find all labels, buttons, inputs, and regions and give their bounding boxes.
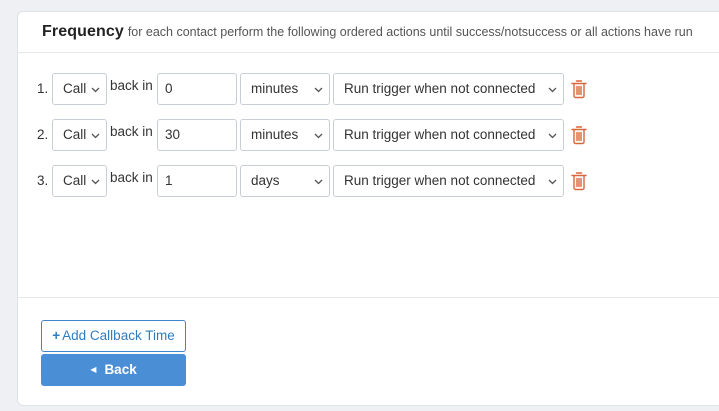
back-label: Back [104,362,137,377]
chevron-down-icon [91,166,100,196]
trigger-select-value: Run trigger when not connected [344,127,536,142]
trigger-select-value: Run trigger when not connected [344,173,536,188]
amount-input-value: 0 [165,81,173,96]
trigger-select-value: Run trigger when not connected [344,81,536,96]
amount-input[interactable]: 30 [157,119,237,151]
unit-select[interactable]: minutes [240,119,330,151]
back-button[interactable]: ◀ Back [41,354,186,386]
callback-row-3: 3. Call back in 1 days Run trigger when … [18,165,719,197]
back-in-label: back in [110,170,153,185]
chevron-down-icon [91,120,100,150]
chevron-down-icon [314,120,323,150]
amount-input[interactable]: 0 [157,73,237,105]
trigger-select[interactable]: Run trigger when not connected [333,119,564,151]
chevron-down-icon [91,74,100,104]
amount-input[interactable]: 1 [157,165,237,197]
panel-header: Frequency for each contact perform the f… [18,12,719,53]
amount-input-value: 30 [165,127,181,142]
back-in-label: back in [110,124,153,139]
back-in-label: back in [110,78,153,93]
caret-left-icon: ◀ [90,365,97,374]
row-number: 2. [37,127,49,142]
unit-select[interactable]: minutes [240,73,330,105]
trigger-select[interactable]: Run trigger when not connected [333,165,564,197]
action-select-value: Call [63,81,87,96]
plus-icon: + [52,328,61,343]
unit-select-value: minutes [251,127,299,142]
trigger-select[interactable]: Run trigger when not connected [333,73,564,105]
chevron-down-icon [548,74,557,104]
action-select-value: Call [63,173,87,188]
page-subtitle: for each contact perform the following o… [127,25,693,39]
action-select[interactable]: Call [52,119,107,151]
chevron-down-icon [314,74,323,104]
trash-icon[interactable] [571,79,587,99]
action-select[interactable]: Call [52,73,107,105]
callback-row-1: 1. Call back in 0 minutes Run trigger wh… [18,73,719,105]
chevron-down-icon [548,120,557,150]
row-number: 3. [37,173,49,188]
trash-icon[interactable] [571,171,587,191]
footer-divider [18,297,719,298]
callback-row-2: 2. Call back in 30 minutes Run trigger w… [18,119,719,151]
chevron-down-icon [314,166,323,196]
amount-input-value: 1 [165,173,173,188]
chevron-down-icon [548,166,557,196]
unit-select-value: days [251,173,280,188]
unit-select-value: minutes [251,81,299,96]
unit-select[interactable]: days [240,165,330,197]
add-callback-time-button[interactable]: + Add Callback Time [41,320,186,352]
frequency-panel: Frequency for each contact perform the f… [17,11,719,406]
add-callback-time-label: Add Callback Time [62,328,175,343]
action-select[interactable]: Call [52,165,107,197]
page-title: Frequency [42,23,124,40]
action-select-value: Call [63,127,87,142]
row-number: 1. [37,81,49,96]
trash-icon[interactable] [571,125,587,145]
